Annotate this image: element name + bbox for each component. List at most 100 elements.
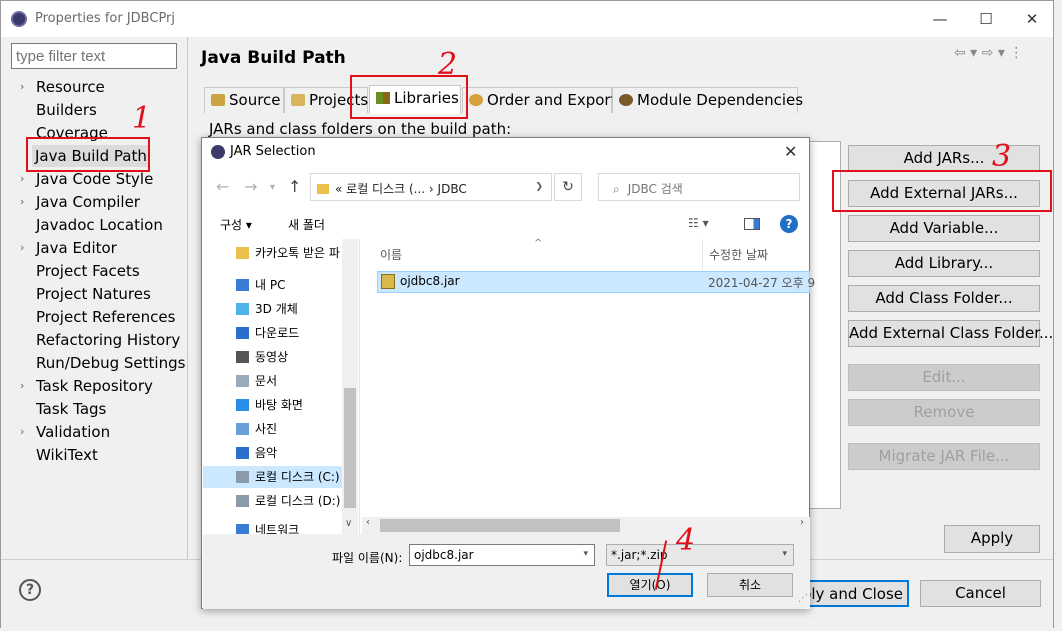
migrate-jar-button[interactable]: Migrate JAR File...	[848, 443, 1040, 470]
add-external-class-folder-button[interactable]: Add External Class Folder...	[848, 320, 1053, 347]
preview-pane-icon[interactable]	[744, 218, 760, 230]
music-icon	[236, 447, 249, 459]
tab-bar: Source Projects Libraries Order and Expo…	[202, 85, 803, 114]
forward-arrow-icon[interactable]: →	[244, 177, 257, 196]
search-icon: ⌕	[613, 182, 620, 196]
help-icon[interactable]: ?	[780, 215, 798, 233]
nav-item[interactable]: 3D 개체	[255, 298, 298, 320]
minimize-button[interactable]: —	[929, 9, 951, 29]
view-options-icon[interactable]: ☷ ▾	[688, 216, 709, 230]
tree-item[interactable]: Project References	[36, 306, 175, 328]
nav-item[interactable]: 문서	[255, 370, 277, 392]
address-bar[interactable]: « 로컬 디스크 (... › JDBC ❯	[310, 173, 552, 201]
scroll-down-icon[interactable]: ∨	[345, 518, 352, 529]
nav-item[interactable]: 네트워크	[255, 519, 299, 534]
page-title: Java Build Path	[201, 48, 346, 68]
add-jars-button[interactable]: Add JARs...	[848, 145, 1040, 172]
refresh-icon: ↻	[562, 179, 574, 195]
column-name[interactable]: 이름	[380, 246, 402, 263]
video-icon	[236, 351, 249, 363]
expand-arrow-icon[interactable]: ›	[20, 195, 24, 208]
add-class-folder-button[interactable]: Add Class Folder...	[848, 285, 1040, 312]
nav-item[interactable]: 사진	[255, 418, 277, 440]
dialog-close-button[interactable]: ✕	[784, 142, 797, 161]
scroll-left-icon[interactable]: ‹	[366, 517, 370, 528]
divider	[187, 37, 188, 559]
tree-item[interactable]: WikiText	[36, 444, 98, 466]
tab-order-and-export[interactable]: Order and Export	[462, 87, 617, 113]
add-library-button[interactable]: Add Library...	[848, 250, 1040, 277]
nav-item[interactable]: 음악	[255, 442, 277, 464]
projects-icon	[291, 94, 305, 106]
tree-item[interactable]: Resource	[36, 76, 105, 98]
tree-item[interactable]: Project Facets	[36, 260, 140, 282]
tree-item[interactable]: Java Compiler	[36, 191, 140, 213]
tree-item[interactable]: Run/Debug Settings	[36, 352, 185, 374]
network-icon	[236, 524, 249, 534]
order-icon	[469, 94, 483, 106]
dialog-cancel-button[interactable]: 취소	[707, 573, 793, 597]
tree-item[interactable]: Task Tags	[36, 398, 106, 420]
remove-button[interactable]: Remove	[848, 399, 1040, 426]
expand-arrow-icon[interactable]: ›	[20, 425, 24, 438]
tree-item[interactable]: Java Editor	[36, 237, 117, 259]
tree-item[interactable]: Javadoc Location	[36, 214, 163, 236]
recent-chevron-icon[interactable]: ▾	[270, 182, 275, 193]
scroll-right-icon[interactable]: ›	[800, 517, 804, 528]
tree-item[interactable]: Project Natures	[36, 283, 151, 305]
apply-button[interactable]: Apply	[944, 525, 1040, 553]
nav-item[interactable]: 내 PC	[255, 274, 285, 296]
eclipse-icon	[11, 11, 27, 27]
module-icon	[619, 94, 633, 106]
drive-icon	[236, 471, 249, 483]
maximize-button[interactable]: ☐	[975, 9, 997, 29]
annotation-box-external-jars	[832, 170, 1052, 212]
nav-item[interactable]: 로컬 디스크 (C:)	[203, 466, 343, 488]
organize-menu[interactable]: 구성 ▾	[220, 216, 252, 233]
tree-item[interactable]: Task Repository	[36, 375, 153, 397]
search-box[interactable]: ⌕ JDBC 검색	[598, 173, 800, 201]
new-folder-button[interactable]: 새 폴더	[288, 216, 325, 233]
nav-item[interactable]: 카카오톡 받은 파	[255, 242, 340, 264]
tree-item[interactable]: Validation	[36, 421, 110, 443]
tab-source[interactable]: Source	[204, 87, 284, 113]
expand-arrow-icon[interactable]: ›	[20, 172, 24, 185]
filter-input[interactable]	[11, 43, 177, 69]
pane-divider	[359, 239, 360, 534]
filename-input[interactable]: ojdbc8.jar ▾	[409, 544, 595, 566]
chevron-down-icon[interactable]: ▾	[782, 549, 787, 559]
expand-arrow-icon[interactable]: ›	[20, 379, 24, 392]
pc-icon	[236, 279, 249, 291]
title-bar: Properties for JDBCPrj — ☐ ✕	[1, 1, 1053, 37]
column-divider	[702, 239, 703, 269]
back-arrow-icon[interactable]: ←	[216, 177, 229, 196]
horizontal-scrollbar-thumb[interactable]	[380, 519, 620, 532]
column-modified[interactable]: 수정한 날짜	[709, 246, 768, 263]
open-button[interactable]: 열기(O)	[607, 573, 693, 597]
expand-arrow-icon[interactable]: ›	[20, 241, 24, 254]
add-variable-button[interactable]: Add Variable...	[848, 215, 1040, 242]
expand-arrow-icon[interactable]: ›	[20, 80, 24, 93]
filetype-select[interactable]: *.jar;*.zip ▾	[606, 544, 794, 566]
drive-icon	[236, 495, 249, 507]
nav-item[interactable]: 로컬 디스크 (D:)	[255, 490, 340, 512]
resize-grip-icon[interactable]: ⋰	[798, 593, 808, 604]
up-arrow-icon[interactable]: ↑	[288, 177, 301, 196]
desktop-icon	[236, 399, 249, 411]
edit-button[interactable]: Edit...	[848, 364, 1040, 391]
tree-item[interactable]: Refactoring History	[36, 329, 180, 351]
nav-item[interactable]: 바탕 화면	[255, 394, 303, 416]
close-button[interactable]: ✕	[1021, 9, 1043, 29]
tab-module-dependencies[interactable]: Module Dependencies	[612, 87, 803, 113]
file-name: ojdbc8.jar	[400, 274, 460, 288]
chevron-down-icon[interactable]: ▾	[583, 549, 588, 559]
refresh-button[interactable]: ↻	[554, 173, 582, 201]
tree-item[interactable]: Builders	[36, 99, 97, 121]
nav-scrollbar-thumb[interactable]	[344, 388, 356, 508]
cancel-button[interactable]: Cancel	[920, 580, 1041, 607]
nav-item[interactable]: 다운로드	[255, 322, 299, 344]
history-nav[interactable]: ⇦ ▾ ⇨ ▾ ⋮	[954, 45, 1023, 61]
address-dropdown-icon[interactable]: ❯	[535, 182, 543, 192]
help-icon[interactable]: ?	[19, 579, 41, 601]
nav-item[interactable]: 동영상	[255, 346, 288, 368]
